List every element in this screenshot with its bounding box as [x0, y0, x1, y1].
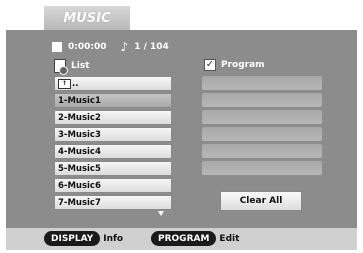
program-slot[interactable]: [202, 127, 322, 141]
display-info-hint: DISPLAY Info: [44, 231, 123, 246]
parent-folder-label: ..: [72, 78, 79, 89]
program-edit-hint: PROGRAM Edit: [151, 231, 239, 246]
playback-time: 0:00:00: [68, 42, 107, 52]
program-slot[interactable]: [202, 144, 322, 158]
program-slot[interactable]: [202, 161, 322, 175]
program-button-label: Edit: [219, 233, 240, 244]
list-item[interactable]: 3-Music3: [54, 127, 172, 142]
list-item[interactable]: 7-Music7: [54, 195, 172, 210]
music-note-icon: ♪: [120, 40, 129, 54]
program-checkbox-icon: ✓: [204, 59, 216, 71]
list-item-label: 4-Music4: [58, 146, 101, 157]
program-slot[interactable]: [202, 110, 322, 124]
program-slot[interactable]: [202, 93, 322, 107]
program-slot[interactable]: [202, 76, 322, 90]
list-item-label: 1-Music1: [58, 95, 101, 106]
footer-bar: DISPLAY Info PROGRAM Edit: [6, 228, 357, 250]
list-item[interactable]: 2-Music2: [54, 110, 172, 125]
display-button-label: Info: [103, 233, 124, 244]
list-item-parent[interactable]: ↑ ..: [54, 76, 172, 91]
list-icon: [54, 59, 68, 75]
list-item-label: 6-Music6: [58, 180, 101, 191]
program-header: ✓ Program: [204, 59, 265, 71]
list-item-label: 5-Music5: [58, 163, 101, 174]
music-screen: MUSIC 0:00:00 ♪ 1 / 104 List ✓ Program ↑…: [6, 6, 357, 250]
list-header-label: List: [71, 61, 90, 71]
list-item[interactable]: 4-Music4: [54, 144, 172, 159]
scroll-down-icon[interactable]: [158, 211, 164, 216]
display-button[interactable]: DISPLAY: [44, 231, 101, 246]
music-tab[interactable]: MUSIC: [44, 6, 130, 30]
clear-all-button[interactable]: Clear All: [220, 191, 302, 211]
list-item-label: 3-Music3: [58, 129, 101, 140]
playback-status: 0:00:00 ♪ 1 / 104: [52, 39, 169, 55]
folder-up-icon: ↑: [58, 78, 71, 89]
list-item[interactable]: 5-Music5: [54, 161, 172, 176]
list-item-label: 2-Music2: [58, 112, 101, 123]
program-header-label: Program: [221, 60, 265, 70]
list-item[interactable]: 1-Music1: [54, 93, 172, 108]
track-counter: 1 / 104: [134, 42, 169, 52]
list-item-label: 7-Music7: [58, 197, 101, 208]
list-item[interactable]: 6-Music6: [54, 178, 172, 193]
program-button[interactable]: PROGRAM: [151, 231, 217, 246]
stop-icon: [52, 42, 62, 52]
list-header: List: [54, 59, 90, 75]
